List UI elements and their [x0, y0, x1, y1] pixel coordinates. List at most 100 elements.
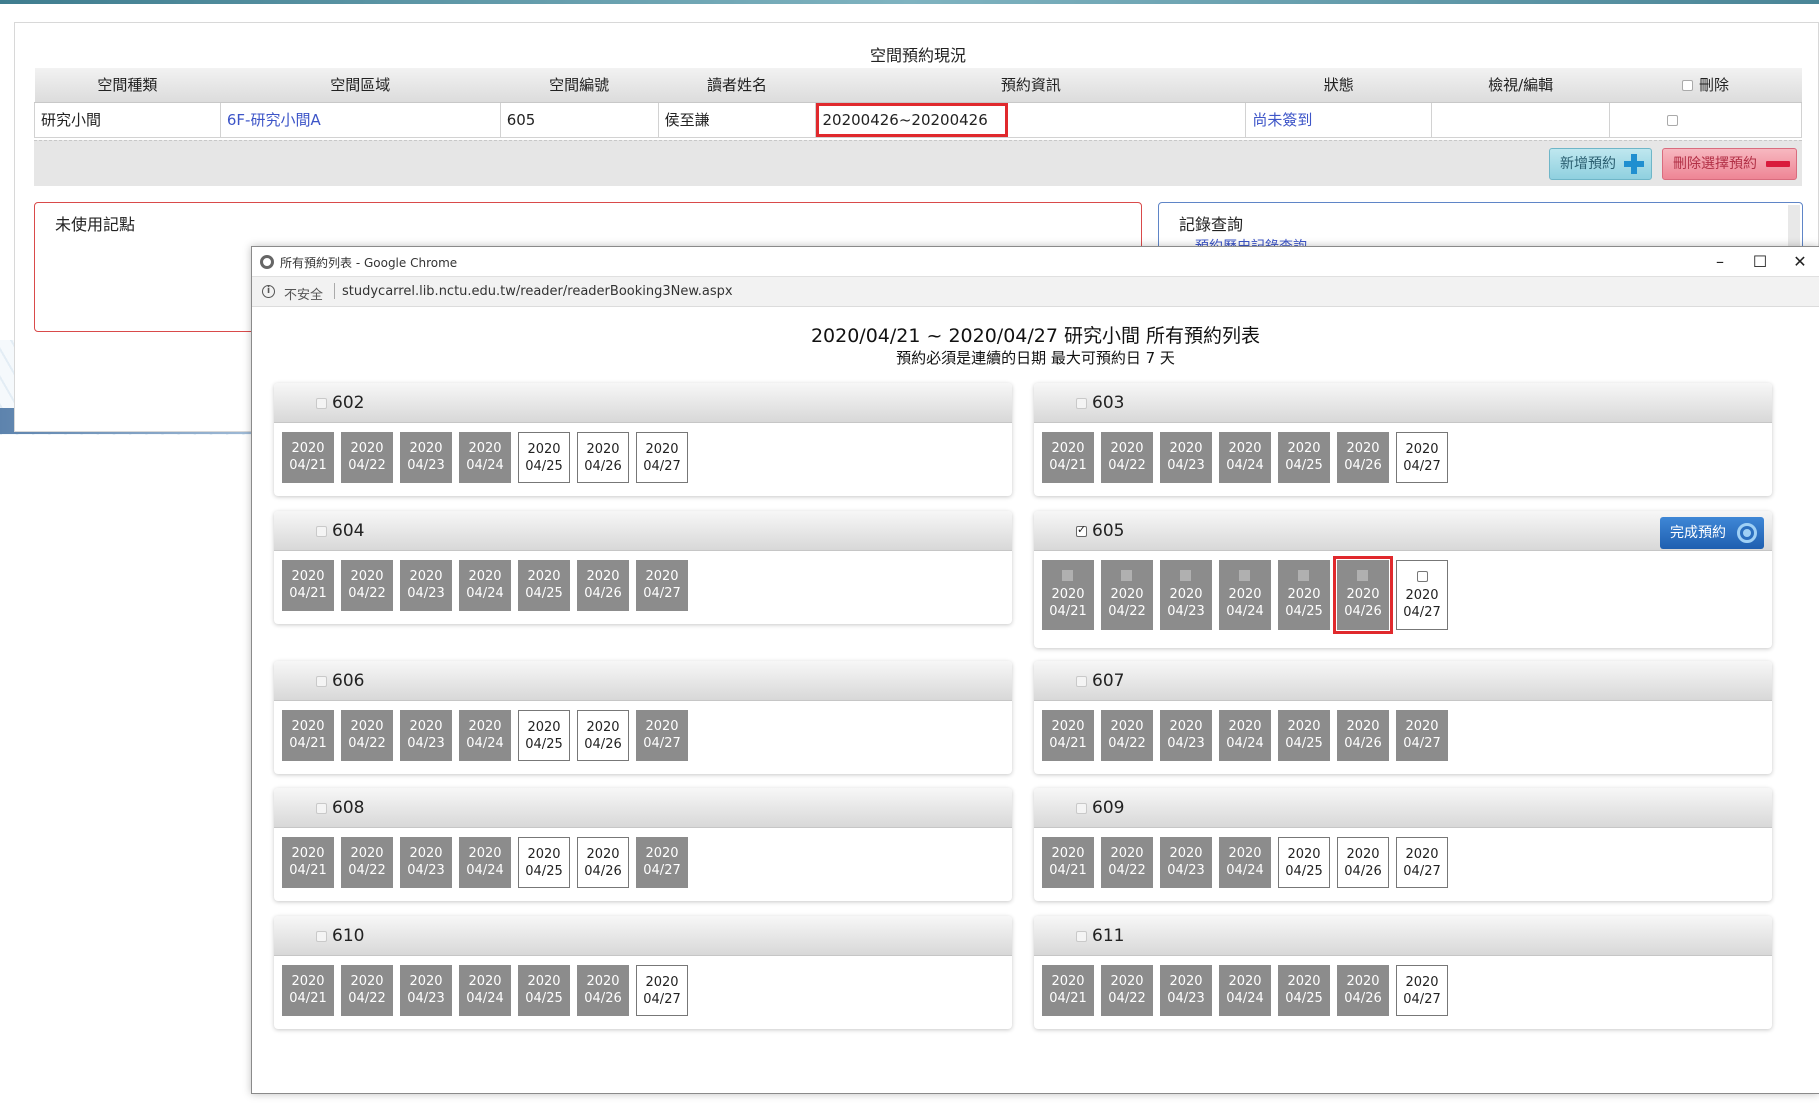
unused-points-title: 未使用記點 [55, 215, 136, 234]
date-year: 2020 [1110, 974, 1144, 989]
header-space-area: 空間區域 [220, 68, 501, 103]
room-checkbox[interactable] [1076, 803, 1087, 814]
minimize-icon[interactable]: – [1705, 251, 1735, 273]
complete-booking-button[interactable]: 完成預約 [1660, 517, 1764, 549]
cell-view-edit[interactable] [1431, 101, 1611, 138]
header-view-edit: 檢視/編輯 [1431, 68, 1610, 103]
cell-status-link[interactable]: 尚未簽到 [1245, 101, 1433, 138]
date-cell-04-24: 2020 04/24 [459, 965, 511, 1016]
date-cell-04-24: 2020 04/24 [459, 560, 511, 611]
url-text[interactable]: studycarrel.lib.nctu.edu.tw/reader/reade… [342, 284, 733, 299]
header-space-type: 空間種類 [34, 68, 221, 103]
date-year: 2020 [1287, 441, 1321, 456]
date-month-day: 04/25 [1285, 991, 1323, 1006]
date-year: 2020 [1169, 587, 1203, 602]
room-checkbox[interactable] [316, 803, 327, 814]
date-cell-04-24: 2020 04/24 [1219, 432, 1271, 483]
room-checkbox[interactable] [1076, 676, 1087, 687]
date-year: 2020 [1051, 719, 1085, 734]
date-cell-04-25[interactable]: 2020 04/25 [518, 432, 570, 483]
date-cell-04-27[interactable]: 2020 04/27 [636, 965, 688, 1016]
date-cell-04-22: 2020 04/22 [1101, 560, 1153, 630]
room-checkbox[interactable] [316, 931, 327, 942]
room-header: 608 [274, 788, 1012, 828]
cell-space-area-link[interactable]: 6F-研究小間A [219, 101, 501, 138]
room-header: 611 [1034, 916, 1772, 956]
maximize-icon[interactable]: ☐ [1745, 251, 1775, 273]
date-month-day: 04/21 [289, 586, 327, 601]
date-month-day: 04/21 [1049, 736, 1087, 751]
date-cell-04-21: 2020 04/21 [282, 965, 334, 1016]
close-icon[interactable]: ✕ [1785, 251, 1815, 273]
date-year: 2020 [1405, 588, 1439, 603]
date-year: 2020 [645, 975, 679, 990]
date-cell-04-25[interactable]: 2020 04/25 [1278, 837, 1330, 888]
room-name: 607 [1092, 671, 1125, 691]
date-cell-04-24: 2020 04/24 [1219, 965, 1271, 1016]
date-cell-04-26[interactable]: 2020 04/26 [577, 432, 629, 483]
date-cell-04-27[interactable]: 2020 04/27 [1396, 432, 1448, 483]
header-status: 狀態 [1245, 68, 1432, 103]
room-name: 610 [332, 926, 365, 946]
date-month-day: 04/24 [466, 736, 504, 751]
date-year: 2020 [1346, 974, 1380, 989]
date-cell-04-27[interactable]: 2020 04/27 [1396, 837, 1448, 888]
date-year: 2020 [1169, 719, 1203, 734]
date-year: 2020 [1405, 975, 1439, 990]
room-checkbox[interactable] [316, 676, 327, 687]
room-checkbox[interactable] [316, 526, 327, 537]
date-cell-04-25: 2020 04/25 [518, 560, 570, 611]
room-header: 604 [274, 511, 1012, 551]
date-cell-04-26: 2020 04/26 [577, 965, 629, 1016]
date-month-day: 04/26 [1344, 991, 1382, 1006]
date-year: 2020 [1346, 847, 1380, 862]
cell-delete [1609, 101, 1802, 138]
table-row: 研究小間 6F-研究小間A 605 侯至謙 20200426~20200426 … [34, 101, 1802, 138]
date-month-day: 04/24 [466, 863, 504, 878]
date-cell-04-27[interactable]: 2020 04/27 [1396, 965, 1448, 1016]
date-month-day: 04/23 [407, 991, 445, 1006]
date-cell-04-22: 2020 04/22 [1101, 432, 1153, 483]
date-year: 2020 [350, 569, 384, 584]
date-month-day: 04/23 [407, 458, 445, 473]
date-month-day: 04/22 [1108, 458, 1146, 473]
date-month-day: 04/22 [1108, 991, 1146, 1006]
date-cell-04-25[interactable]: 2020 04/25 [518, 837, 570, 888]
room-checkbox[interactable] [316, 398, 327, 409]
date-cell-04-23: 2020 04/23 [400, 837, 452, 888]
date-cell-04-26[interactable]: 2020 04/26 [577, 710, 629, 761]
date-cell-04-27: 2020 04/27 [1396, 710, 1448, 761]
date-cell-04-27[interactable]: 2020 04/27 [1396, 560, 1448, 630]
date-year: 2020 [291, 974, 325, 989]
date-month-day: 04/22 [1108, 863, 1146, 878]
room-checkbox[interactable] [1076, 523, 1087, 537]
row-delete-checkbox[interactable] [1667, 114, 1679, 126]
select-all-checkbox[interactable] [1682, 80, 1694, 92]
delete-selected-button[interactable]: 刪除選擇預約 [1662, 148, 1797, 180]
date-year: 2020 [586, 720, 620, 735]
date-year: 2020 [1287, 974, 1321, 989]
date-month-day: 04/26 [584, 737, 622, 752]
date-month-day: 04/23 [407, 863, 445, 878]
date-year: 2020 [1228, 587, 1262, 602]
date-year: 2020 [1051, 974, 1085, 989]
date-cell-04-27: 2020 04/27 [636, 837, 688, 888]
room-checkbox[interactable] [1076, 931, 1087, 942]
date-month-day: 04/27 [1403, 992, 1441, 1007]
date-cell-04-27[interactable]: 2020 04/27 [636, 432, 688, 483]
date-year: 2020 [1287, 587, 1321, 602]
add-reservation-button[interactable]: 新增預約 [1549, 148, 1652, 180]
date-cell-04-25[interactable]: 2020 04/25 [518, 710, 570, 761]
date-checkbox[interactable] [1417, 571, 1428, 582]
date-cell-04-23: 2020 04/23 [1160, 837, 1212, 888]
date-month-day: 04/27 [1403, 864, 1441, 879]
date-month-day: 04/22 [348, 586, 386, 601]
date-cell-04-26[interactable]: 2020 04/26 [577, 837, 629, 888]
info-icon[interactable]: i [262, 285, 275, 298]
date-year: 2020 [1051, 441, 1085, 456]
header-delete-label: 刪除 [1699, 76, 1730, 95]
room-checkbox[interactable] [1076, 398, 1087, 409]
address-bar[interactable]: i 不安全 studycarrel.lib.nctu.edu.tw/reader… [252, 277, 1819, 307]
date-checkbox [1239, 570, 1250, 581]
date-cell-04-26[interactable]: 2020 04/26 [1337, 837, 1389, 888]
